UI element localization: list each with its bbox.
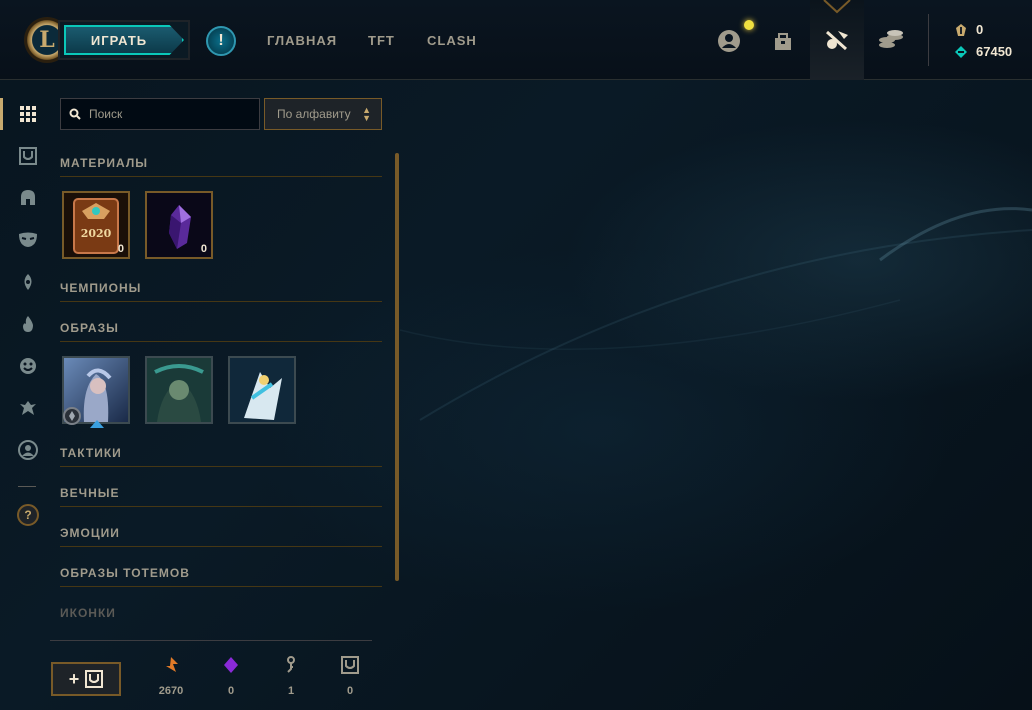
- mythic-essence-icon: [224, 657, 238, 673]
- skin-tier-badge-icon: [63, 407, 81, 425]
- skin-portrait-2: [147, 358, 211, 422]
- material-tile-mythic-essence[interactable]: 0: [145, 191, 213, 259]
- play-button[interactable]: ИГРАТЬ: [58, 20, 190, 60]
- search-field[interactable]: Поиск: [60, 98, 260, 130]
- top-navigation-bar: L ИГРАТЬ ! ГЛАВНАЯ TFT CLASH 0 67450: [0, 0, 1032, 80]
- nav-clash[interactable]: CLASH: [427, 33, 477, 48]
- section-materials[interactable]: МАТЕРИАЛЫ: [60, 156, 382, 177]
- store-coins-icon[interactable]: [878, 28, 904, 54]
- sort-dropdown[interactable]: По алфавиту ▲ ▼: [264, 98, 382, 130]
- search-icon: [69, 108, 81, 120]
- profile-circle-icon[interactable]: [16, 438, 40, 462]
- skin-tile[interactable]: [145, 356, 213, 424]
- skin-portrait-3: [230, 358, 294, 422]
- chest-icon: [85, 670, 104, 688]
- alert-button[interactable]: !: [206, 26, 236, 56]
- champion-helmet-icon[interactable]: [16, 186, 40, 210]
- loot-crafting-icon[interactable]: [824, 28, 850, 54]
- active-sidebar-marker: [0, 98, 3, 130]
- riot-points-icon: [955, 45, 967, 58]
- search-placeholder: Поиск: [89, 107, 123, 121]
- section-eternals[interactable]: ВЕЧНЫЕ: [60, 486, 382, 507]
- key-icon: [287, 656, 295, 673]
- topbar-divider: [928, 14, 929, 66]
- sidebar-divider: [18, 486, 36, 487]
- mythic-essence-counter: 0: [206, 656, 256, 697]
- ward-icon[interactable]: [16, 270, 40, 294]
- sort-arrows-icon: ▲ ▼: [362, 105, 371, 123]
- section-tactics[interactable]: ТАКТИКИ: [60, 446, 382, 467]
- emote-flame-icon[interactable]: [16, 312, 40, 336]
- material-tile-event-pass[interactable]: 2020 0: [62, 191, 130, 259]
- skin-tile[interactable]: [62, 356, 130, 428]
- blue-essence-icon: [956, 23, 966, 36]
- active-chevron-icon: [823, 0, 851, 14]
- inventory-bag-icon[interactable]: [770, 28, 796, 54]
- summoner-icon[interactable]: [16, 396, 40, 420]
- craft-chest-button[interactable]: +: [51, 662, 121, 696]
- sort-label: По алфавиту: [277, 107, 351, 121]
- chest-counter: 0: [325, 656, 375, 697]
- section-emotes[interactable]: ЭМОЦИИ: [60, 526, 382, 547]
- nav-tft[interactable]: TFT: [368, 33, 395, 48]
- play-button-label: ИГРАТЬ: [64, 25, 184, 55]
- skin-upgrade-marker-icon: [90, 420, 104, 428]
- tile-count: 0: [200, 243, 207, 255]
- chest-icon[interactable]: [16, 144, 40, 168]
- skin-tile[interactable]: [228, 356, 296, 424]
- skin-mask-icon[interactable]: [16, 228, 40, 252]
- chest-icon: [341, 656, 359, 674]
- section-icons[interactable]: ИКОНКИ: [60, 606, 382, 627]
- all-items-grid-icon[interactable]: [16, 102, 40, 126]
- emote-face-icon[interactable]: [16, 354, 40, 378]
- svg-text:2020: 2020: [81, 227, 112, 240]
- nav-home[interactable]: ГЛАВНАЯ: [267, 33, 337, 48]
- section-totem-skins[interactable]: ОБРАЗЫ ТОТЕМОВ: [60, 566, 382, 587]
- tile-count: 0: [117, 243, 124, 255]
- craft-plus-label: +: [68, 668, 80, 689]
- notification-dot: [744, 20, 754, 30]
- blue-essence-balance: 0: [954, 22, 983, 37]
- riot-points-balance: 67450: [954, 44, 1012, 59]
- orange-essence-icon: [166, 657, 178, 672]
- section-skins[interactable]: ОБРАЗЫ: [60, 321, 382, 342]
- help-button[interactable]: ?: [17, 504, 39, 526]
- bottom-divider: [50, 640, 372, 641]
- orange-essence-counter: 2670: [146, 656, 196, 697]
- profile-icon[interactable]: [716, 28, 742, 54]
- key-counter: 1: [266, 656, 316, 697]
- scrollbar[interactable]: [395, 153, 399, 581]
- section-champions[interactable]: ЧЕМПИОНЫ: [60, 281, 382, 302]
